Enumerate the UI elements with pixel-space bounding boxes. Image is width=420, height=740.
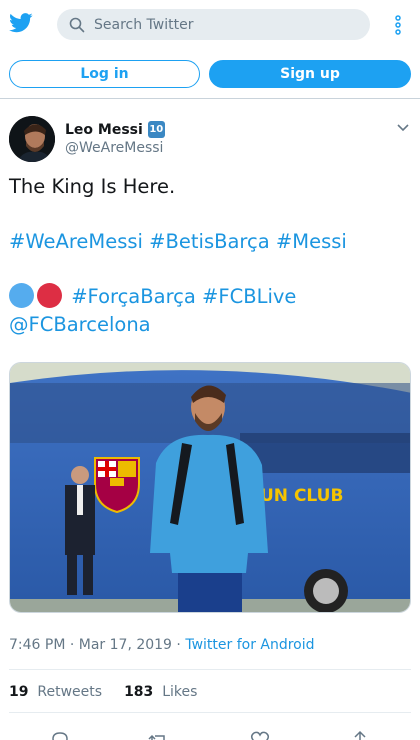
signup-button[interactable]: Sign up: [209, 60, 411, 88]
tweet-source-link[interactable]: Twitter for Android: [185, 637, 314, 653]
tweet-text: The King Is Here. #WeAreMessi #BetisBarç…: [9, 173, 409, 338]
hashtag-link[interactable]: #BetisBarça: [149, 230, 270, 253]
hashtag-line: #WeAreMessi #BetisBarça #Messi: [9, 228, 409, 256]
bus-text: UN CLUB: [260, 486, 343, 506]
stats-divider: [9, 712, 411, 713]
search-input[interactable]: [94, 9, 359, 40]
auth-bar: Log in Sign up: [0, 58, 420, 90]
like-icon[interactable]: [250, 730, 270, 740]
hashtag-link[interactable]: #WeAreMessi: [9, 230, 143, 253]
top-bar: [0, 0, 420, 50]
mention-link[interactable]: @FCBarcelona: [9, 313, 151, 336]
tweet-text-line: The King Is Here.: [9, 175, 176, 198]
tweet-stats: 19 Retweets 183 Likes: [9, 684, 219, 700]
author-name-row: Leo Messi 10: [65, 121, 165, 138]
red-circle-emoji: [37, 283, 62, 308]
hashtag-link[interactable]: #FCBLive: [202, 285, 296, 308]
retweets-label: Retweets: [37, 684, 103, 700]
share-icon[interactable]: [350, 730, 370, 740]
tweet-actions: [0, 722, 420, 740]
blue-circle-emoji: [9, 283, 34, 308]
fc-barcelona-crest: [94, 457, 140, 514]
search-box[interactable]: [57, 9, 370, 40]
chevron-down-icon[interactable]: [396, 123, 410, 133]
retweets-count: 19: [9, 684, 29, 700]
photo-image: UN CLUB: [10, 363, 410, 612]
likes-count: 183: [124, 684, 154, 700]
hashtag-link[interactable]: #Messi: [276, 230, 347, 253]
author-handle[interactable]: @WeAreMessi: [65, 140, 163, 156]
twitter-bird-icon[interactable]: [9, 12, 33, 34]
avatar[interactable]: [9, 116, 55, 162]
tweet-meta: 7:46 PM · Mar 17, 2019 · Twitter for And…: [9, 637, 315, 653]
avatar-image: [9, 116, 55, 162]
author-name[interactable]: Leo Messi: [65, 122, 143, 138]
tweet-header: Leo Messi 10 @WeAreMessi: [0, 110, 420, 170]
likes-stat[interactable]: 183 Likes: [124, 684, 197, 700]
hashtag-link[interactable]: #ForçaBarça: [71, 285, 196, 308]
search-icon: [69, 17, 85, 33]
retweets-stat[interactable]: 19 Retweets: [9, 684, 102, 700]
likes-label: Likes: [162, 684, 198, 700]
meta-divider: [9, 669, 411, 670]
tweet-photo[interactable]: UN CLUB: [9, 362, 411, 613]
reply-icon[interactable]: [50, 730, 70, 740]
header-divider: [0, 98, 420, 99]
retweet-icon[interactable]: [148, 730, 168, 740]
mention-line: @FCBarcelona: [9, 311, 409, 339]
more-vertical-icon[interactable]: [389, 13, 407, 37]
hashtag-line-2: #ForçaBarça #FCBLive: [9, 283, 409, 311]
keycap-ten-emoji: 10: [147, 121, 165, 138]
login-button[interactable]: Log in: [9, 60, 200, 88]
tweet-timestamp[interactable]: 7:46 PM · Mar 17, 2019 ·: [9, 637, 185, 653]
